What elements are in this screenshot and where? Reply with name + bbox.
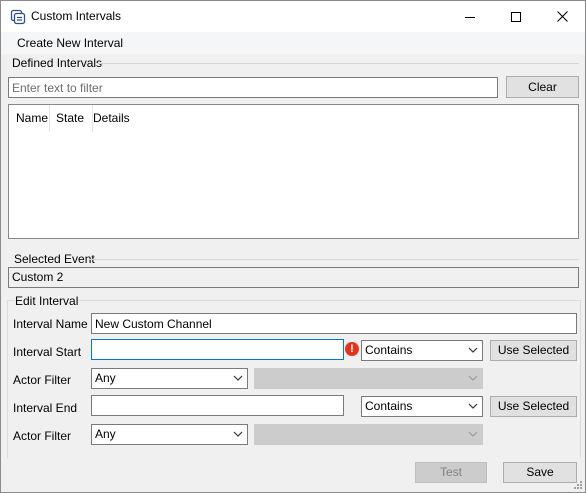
chevron-down-icon <box>468 431 478 437</box>
title-bar[interactable]: Custom Intervals <box>1 1 585 32</box>
start-actor-filter-value: Any <box>95 371 116 385</box>
selected-event-label: Selected Event <box>14 252 95 266</box>
interval-end-input[interactable] <box>91 395 344 416</box>
column-header-details[interactable]: Details <box>86 105 166 132</box>
close-button[interactable] <box>539 1 585 32</box>
minimize-icon <box>465 16 475 18</box>
defined-intervals-divider <box>97 63 579 64</box>
end-actor-filter-label: Actor Filter <box>13 429 72 443</box>
chevron-down-icon <box>468 403 478 409</box>
interval-end-label: Interval End <box>13 401 78 415</box>
clear-button[interactable]: Clear <box>506 76 579 98</box>
interval-start-input[interactable] <box>91 339 344 360</box>
create-new-interval-menu[interactable]: Create New Interval <box>17 36 123 50</box>
chevron-down-icon <box>468 375 478 381</box>
test-button: Test <box>415 462 487 483</box>
interval-name-input[interactable] <box>91 313 577 334</box>
resize-grip-icon[interactable] <box>571 478 583 490</box>
interval-end-use-selected-button[interactable]: Use Selected <box>490 396 577 417</box>
end-actor-filter-select[interactable]: Any <box>91 424 248 445</box>
app-window-icon <box>10 9 26 25</box>
save-button[interactable]: Save <box>503 462 577 483</box>
interval-end-match-value: Contains <box>365 399 413 413</box>
interval-end-match-select[interactable]: Contains <box>361 396 483 417</box>
chevron-down-icon <box>468 347 478 353</box>
close-icon <box>556 11 568 22</box>
interval-start-label: Interval Start <box>13 345 82 359</box>
start-actor-filter-label: Actor Filter <box>13 373 72 387</box>
filter-input[interactable] <box>8 77 498 98</box>
selected-event-divider <box>89 259 579 260</box>
chevron-down-icon <box>233 431 243 437</box>
interval-start-use-selected-button[interactable]: Use Selected <box>490 340 577 361</box>
interval-name-label: Interval Name <box>13 317 88 331</box>
maximize-icon <box>511 11 521 22</box>
chevron-down-icon <box>233 375 243 381</box>
intervals-list[interactable]: Name State Details <box>8 104 579 239</box>
maximize-button[interactable] <box>493 1 539 32</box>
minimize-button[interactable] <box>447 1 493 32</box>
start-actor-filter-select[interactable]: Any <box>91 368 248 389</box>
end-actor-filter-secondary-select <box>254 424 483 445</box>
menu-bar: Create New Interval <box>1 32 585 54</box>
custom-intervals-window: Custom Intervals Create New Interval Def… <box>0 0 586 493</box>
window-title: Custom Intervals <box>31 9 122 23</box>
column-header-name[interactable]: Name <box>9 105 49 132</box>
edit-interval-label: Edit Interval <box>14 294 80 308</box>
start-actor-filter-secondary-select <box>254 368 483 389</box>
defined-intervals-label: Defined Intervals <box>12 56 103 70</box>
end-actor-filter-value: Any <box>95 427 116 441</box>
interval-start-match-value: Contains <box>365 343 413 357</box>
interval-start-match-select[interactable]: Contains <box>361 340 483 361</box>
error-icon: ! <box>345 342 359 356</box>
selected-event-field: Custom 2 <box>8 267 579 288</box>
